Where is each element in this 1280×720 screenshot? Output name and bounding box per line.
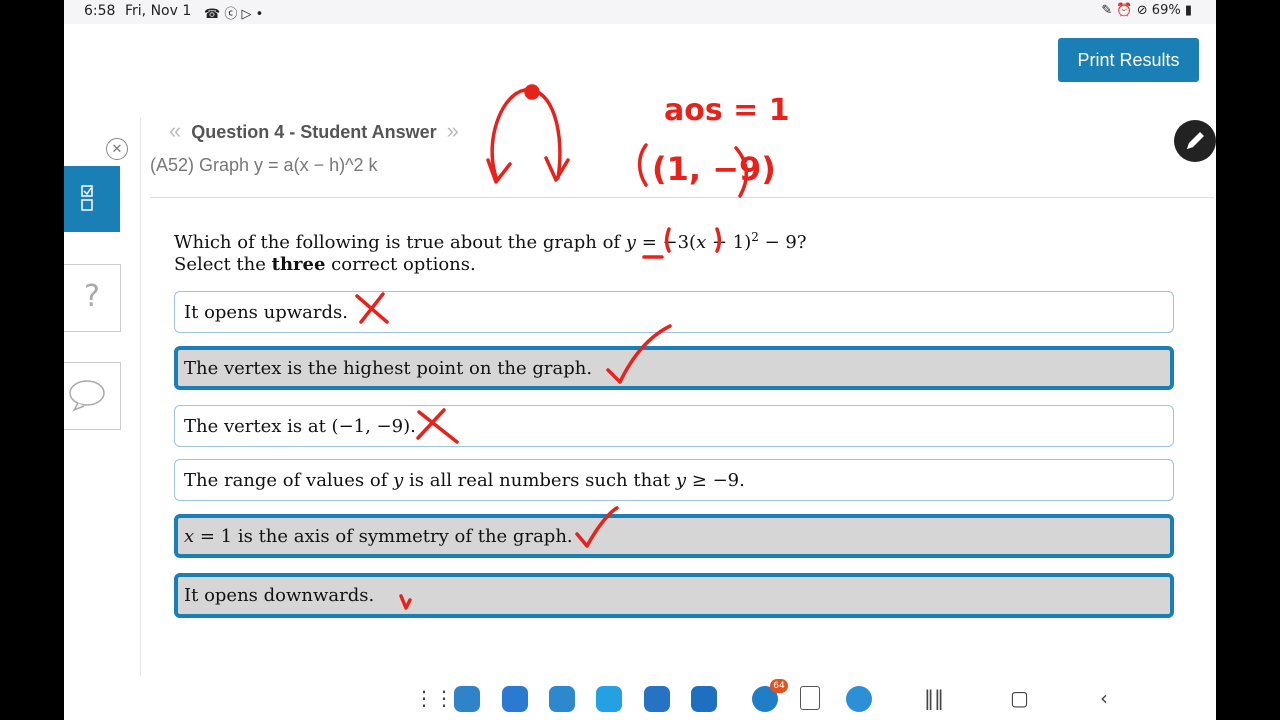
answer-option-2[interactable]: The vertex is the highest point on the g… — [174, 346, 1174, 390]
help-button[interactable]: ? — [64, 264, 121, 332]
answer-option-5[interactable]: x = 1 is the axis of symmetry of the gra… — [174, 514, 1174, 558]
app-icon-browser[interactable] — [644, 686, 670, 712]
pencil-icon — [1187, 132, 1204, 149]
status-time: 6:58 — [84, 3, 116, 19]
app-icon-camera[interactable] — [691, 686, 717, 712]
status-bar: 6:58 Fri, Nov 1 ☎ ⓒ ▷ • ✎ ⏰ ⊘ 69% ▮ — [64, 0, 1216, 24]
status-date: Fri, Nov 1 — [125, 3, 192, 19]
answer-option-6[interactable]: It opens downwards. — [174, 573, 1174, 618]
notification-icons: ☎ ⓒ ▷ • — [204, 7, 264, 22]
app-icon-video[interactable] — [846, 686, 872, 712]
question-header: « Question 4 - Student Answer » — [169, 118, 459, 144]
vertex-bracket — [637, 143, 748, 198]
taskbar: ⋮⋮ 64 ‖‖ ▢ ‹ — [64, 676, 1216, 720]
battery-level: 69% — [1151, 3, 1181, 18]
pen-tool-button[interactable] — [1174, 120, 1216, 162]
app-drawer-icon[interactable]: ⋮⋮ — [414, 686, 454, 710]
answer-option-1[interactable]: It opens upwards. — [174, 291, 1174, 333]
answer-option-4[interactable]: The range of values of y is all real num… — [174, 459, 1174, 501]
axis-of-symmetry-note: aos = 1 — [664, 93, 790, 128]
notification-badge: 64 — [770, 679, 788, 693]
question-subtitle: (A52) Graph y = a(x − h)^2 k — [150, 155, 378, 175]
question-text: Which of the following is true about the… — [174, 226, 807, 276]
app-icon-notes[interactable] — [454, 686, 480, 712]
page-title: Question 4 - Student Answer — [191, 122, 437, 142]
app-icon-notebook[interactable] — [800, 686, 820, 710]
vertex-note: (1, −9) — [652, 150, 776, 188]
app-icon-calendar[interactable] — [549, 686, 575, 712]
app-icon-files[interactable] — [502, 686, 528, 712]
system-status-icons: ✎ ⏰ ⊘ — [1101, 3, 1148, 18]
comment-button[interactable] — [64, 362, 121, 430]
previous-question-icon[interactable]: « — [169, 118, 181, 143]
close-icon[interactable]: ✕ — [106, 138, 128, 160]
answer-option-3[interactable]: The vertex is at (−1, −9). — [174, 405, 1174, 447]
divider — [150, 197, 1214, 198]
parabola-arrow-right — [544, 156, 570, 182]
battery-icon: ▮ — [1184, 3, 1192, 18]
question-instruction: Select the three correct options. — [174, 254, 476, 275]
back-icon[interactable]: ‹ — [1100, 686, 1108, 710]
home-icon[interactable]: ▢ — [1010, 686, 1029, 710]
checklist-icon — [81, 185, 93, 211]
parabola-sketch — [490, 88, 562, 182]
app-icon-messages[interactable] — [596, 686, 622, 712]
question-stem: Which of the following is true about the… — [174, 230, 807, 253]
next-question-icon[interactable]: » — [447, 118, 459, 143]
print-results-button[interactable]: Print Results — [1058, 38, 1199, 82]
status-right: ✎ ⏰ ⊘ 69% ▮ — [1101, 3, 1192, 18]
checklist-tool-button[interactable] — [64, 166, 120, 232]
parabola-vertex-dot — [524, 84, 540, 100]
parabola-arrow-left — [486, 158, 512, 184]
tablet-screen: 6:58 Fri, Nov 1 ☎ ⓒ ▷ • ✎ ⏰ ⊘ 69% ▮ Prin… — [64, 0, 1216, 720]
recent-apps-icon[interactable]: ‖‖ — [924, 686, 944, 710]
speech-bubble-icon — [69, 380, 105, 412]
left-tool-rail: ✕ ? — [64, 118, 141, 678]
